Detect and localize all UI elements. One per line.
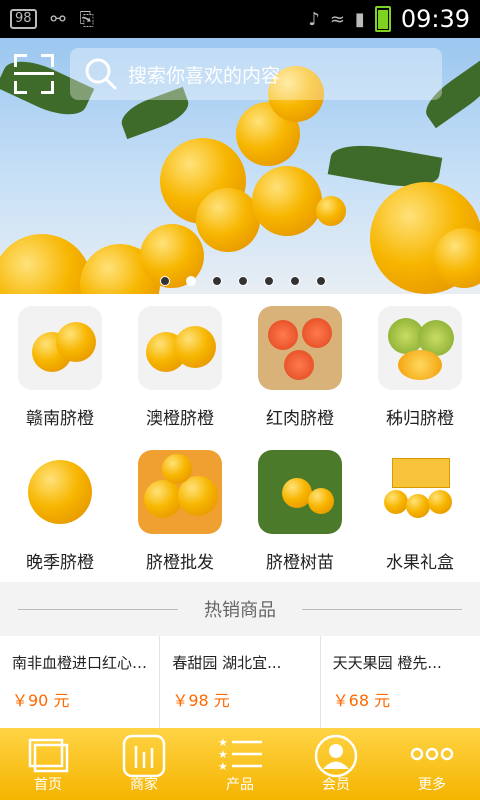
more-icon: [410, 747, 454, 761]
orange-halves-icon: [138, 306, 222, 390]
category-label: 脐橙批发: [146, 553, 214, 573]
wifi-icon: ≈: [329, 8, 345, 30]
sd-card-icon: ⎘: [79, 8, 95, 30]
product-price: ￥68 元: [332, 691, 391, 710]
product-card[interactable]: 天天果园 橙先... ￥68 元: [321, 636, 480, 728]
tab-label: 商家: [130, 777, 158, 793]
clock: 09:39: [400, 5, 470, 33]
banner-carousel[interactable]: 搜索你喜欢的内容: [0, 38, 480, 294]
merchant-icon: [122, 734, 166, 778]
category-label: 澳橙脐橙: [146, 409, 214, 429]
status-bar: 98 ⚯ ⎘ ♪ ≈ ▮ 09:39: [0, 0, 480, 38]
mute-icon: ♪: [308, 8, 320, 30]
gift-box-icon: [378, 450, 462, 534]
banner-orange: [252, 166, 322, 236]
divider: [18, 609, 178, 610]
carousel-dot[interactable]: [264, 276, 274, 286]
category-item[interactable]: 水果礼盒: [360, 438, 480, 582]
category-item[interactable]: 脐橙树苗: [240, 438, 360, 582]
scan-corner: [14, 54, 27, 67]
scan-corner: [41, 81, 54, 94]
banner-orange: [316, 196, 346, 226]
orange-tree-icon: [258, 450, 342, 534]
orange-halves-icon: [18, 306, 102, 390]
product-price: ￥98 元: [172, 691, 230, 710]
product-card[interactable]: 南非血橙进口红心橙... ￥90 元: [0, 636, 161, 728]
category-label: 秭归脐橙: [386, 409, 454, 429]
scan-button[interactable]: [14, 54, 54, 94]
blood-orange-icon: [258, 306, 342, 390]
member-icon: [314, 734, 358, 778]
product-list: 南非血橙进口红心橙... ￥90 元 春甜园 湖北宜... ￥98 元 天天果园…: [0, 636, 480, 728]
category-label: 晚季脐橙: [26, 553, 94, 573]
product-card[interactable]: 春甜园 湖北宜... ￥98 元: [160, 636, 321, 728]
category-label: 红肉脐橙: [266, 409, 334, 429]
banner-orange: [196, 188, 260, 252]
bottom-tab-bar: 首页 商家 ★ ★ ★ 产品 会员 更多: [0, 728, 480, 800]
green-orange-icon: [378, 306, 462, 390]
category-label: 脐橙树苗: [266, 553, 334, 573]
category-item[interactable]: 脐橙批发: [120, 438, 240, 582]
tab-label: 产品: [226, 777, 254, 793]
signal-icon: ▮: [354, 8, 365, 30]
carousel-dot[interactable]: [316, 276, 326, 286]
usb-icon: ⚯: [50, 8, 66, 30]
list-icon: ★ ★ ★: [218, 736, 262, 773]
tab-member[interactable]: 会员: [288, 728, 384, 800]
product-name: 南非血橙进口红心橙...: [12, 654, 160, 672]
carousel-dot[interactable]: [238, 276, 248, 286]
product-name: 春甜园 湖北宜...: [172, 654, 282, 672]
category-item[interactable]: 红肉脐橙: [240, 294, 360, 438]
tab-label: 更多: [418, 777, 446, 793]
tab-label: 会员: [322, 777, 350, 793]
carousel-dot[interactable]: [186, 276, 196, 286]
tab-merchant[interactable]: 商家: [96, 728, 192, 800]
home-icon: [28, 738, 69, 773]
category-item[interactable]: 澳橙脐橙: [120, 294, 240, 438]
search-placeholder: 搜索你喜欢的内容: [128, 64, 281, 87]
scan-corner: [41, 54, 54, 67]
category-grid: 赣南脐橙 澳橙脐橙 红肉脐橙 秭归脐橙 晚季脐橙 脐橙批发 脐橙树苗 水果礼盒: [0, 294, 480, 582]
product-name: 天天果园 橙先...: [332, 654, 442, 672]
carousel-indicator: [160, 276, 326, 286]
scan-corner: [14, 81, 27, 94]
search-icon: [85, 58, 117, 90]
tab-products[interactable]: ★ ★ ★ 产品: [192, 728, 288, 800]
category-label: 赣南脐橙: [26, 409, 94, 429]
divider: [302, 609, 462, 610]
category-item[interactable]: 晚季脐橙: [0, 438, 120, 582]
tab-more[interactable]: 更多: [384, 728, 480, 800]
svg-text:★: ★: [218, 760, 228, 773]
scan-line: [14, 72, 54, 75]
carousel-dot[interactable]: [160, 276, 170, 286]
tab-home[interactable]: 首页: [0, 728, 96, 800]
search-bar[interactable]: 搜索你喜欢的内容: [70, 48, 442, 100]
banner-orange: [0, 234, 92, 294]
hot-section-header: 热销商品: [0, 582, 480, 636]
hot-section-title: 热销商品: [192, 596, 288, 622]
tab-label: 首页: [34, 777, 62, 793]
orange-pile-icon: [138, 450, 222, 534]
notification-count-badge: 98: [10, 9, 37, 29]
carousel-dot[interactable]: [290, 276, 300, 286]
category-label: 水果礼盒: [386, 553, 454, 573]
product-price: ￥90 元: [12, 691, 70, 710]
carousel-dot[interactable]: [212, 276, 222, 286]
battery-icon: [374, 6, 391, 32]
orange-slice-icon: [18, 450, 102, 534]
category-item[interactable]: 赣南脐橙: [0, 294, 120, 438]
category-item[interactable]: 秭归脐橙: [360, 294, 480, 438]
